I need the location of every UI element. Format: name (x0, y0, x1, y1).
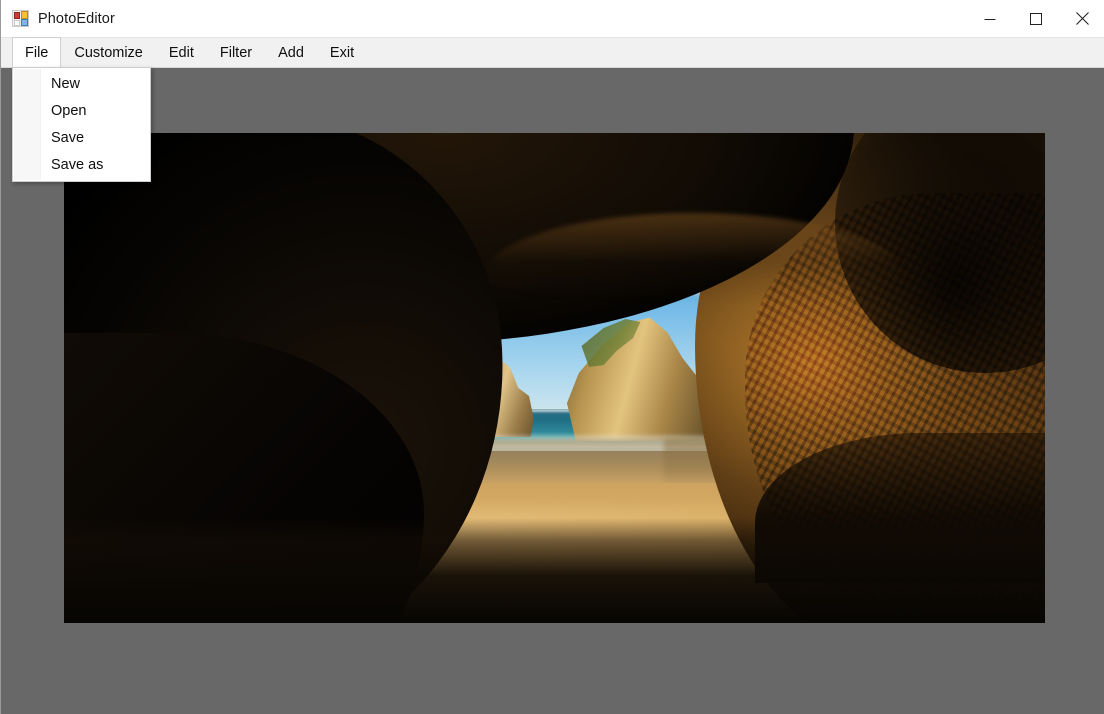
menu-option-save-as[interactable]: Save as (13, 151, 150, 178)
maximize-button[interactable] (1013, 0, 1059, 37)
close-icon (1075, 12, 1089, 25)
beach-cave-photograph[interactable] (64, 133, 1045, 623)
menu-option-new[interactable]: New (13, 70, 150, 97)
menu-item-customize-label: Customize (74, 44, 143, 61)
menu-item-edit-label: Edit (168, 44, 194, 61)
title-bar: PhotoEditor (1, 0, 1104, 37)
menu-item-add[interactable]: Add (265, 38, 317, 67)
maximize-icon (1030, 12, 1042, 25)
menu-item-exit-label: Exit (329, 44, 355, 61)
menu-item-file-label: File (25, 44, 49, 61)
menu-item-filter-label: Filter (219, 44, 253, 61)
menu-option-save-as-label: Save as (51, 156, 104, 173)
menu-option-save[interactable]: Save (13, 124, 150, 151)
menu-item-edit[interactable]: Edit (156, 38, 207, 67)
app-grid-icon (12, 10, 29, 27)
menu-item-customize[interactable]: Customize (61, 38, 156, 67)
menu-item-exit[interactable]: Exit (317, 38, 367, 67)
menu-item-filter[interactable]: Filter (207, 38, 265, 67)
menu-item-add-label: Add (278, 44, 304, 61)
canvas-workspace[interactable] (2, 69, 1104, 714)
menu-option-save-label: Save (51, 129, 85, 146)
menu-option-new-label: New (51, 75, 81, 92)
minimize-button[interactable] (967, 0, 1013, 37)
window-title: PhotoEditor (38, 10, 115, 27)
photo-foreground-shadow (64, 518, 1045, 623)
menu-bar: File Customize Edit Filter Add Exit (1, 37, 1104, 68)
minimize-icon (984, 18, 996, 20)
menu-option-open-label: Open (51, 102, 87, 119)
menu-item-file[interactable]: File (12, 37, 62, 67)
menu-option-open[interactable]: Open (13, 97, 150, 124)
window-controls (967, 0, 1104, 37)
file-dropdown-menu: New Open Save Save as (12, 67, 151, 182)
photo-editor-window: PhotoEditor File Customize Edit Filter A… (0, 0, 1104, 714)
close-button[interactable] (1059, 0, 1104, 37)
